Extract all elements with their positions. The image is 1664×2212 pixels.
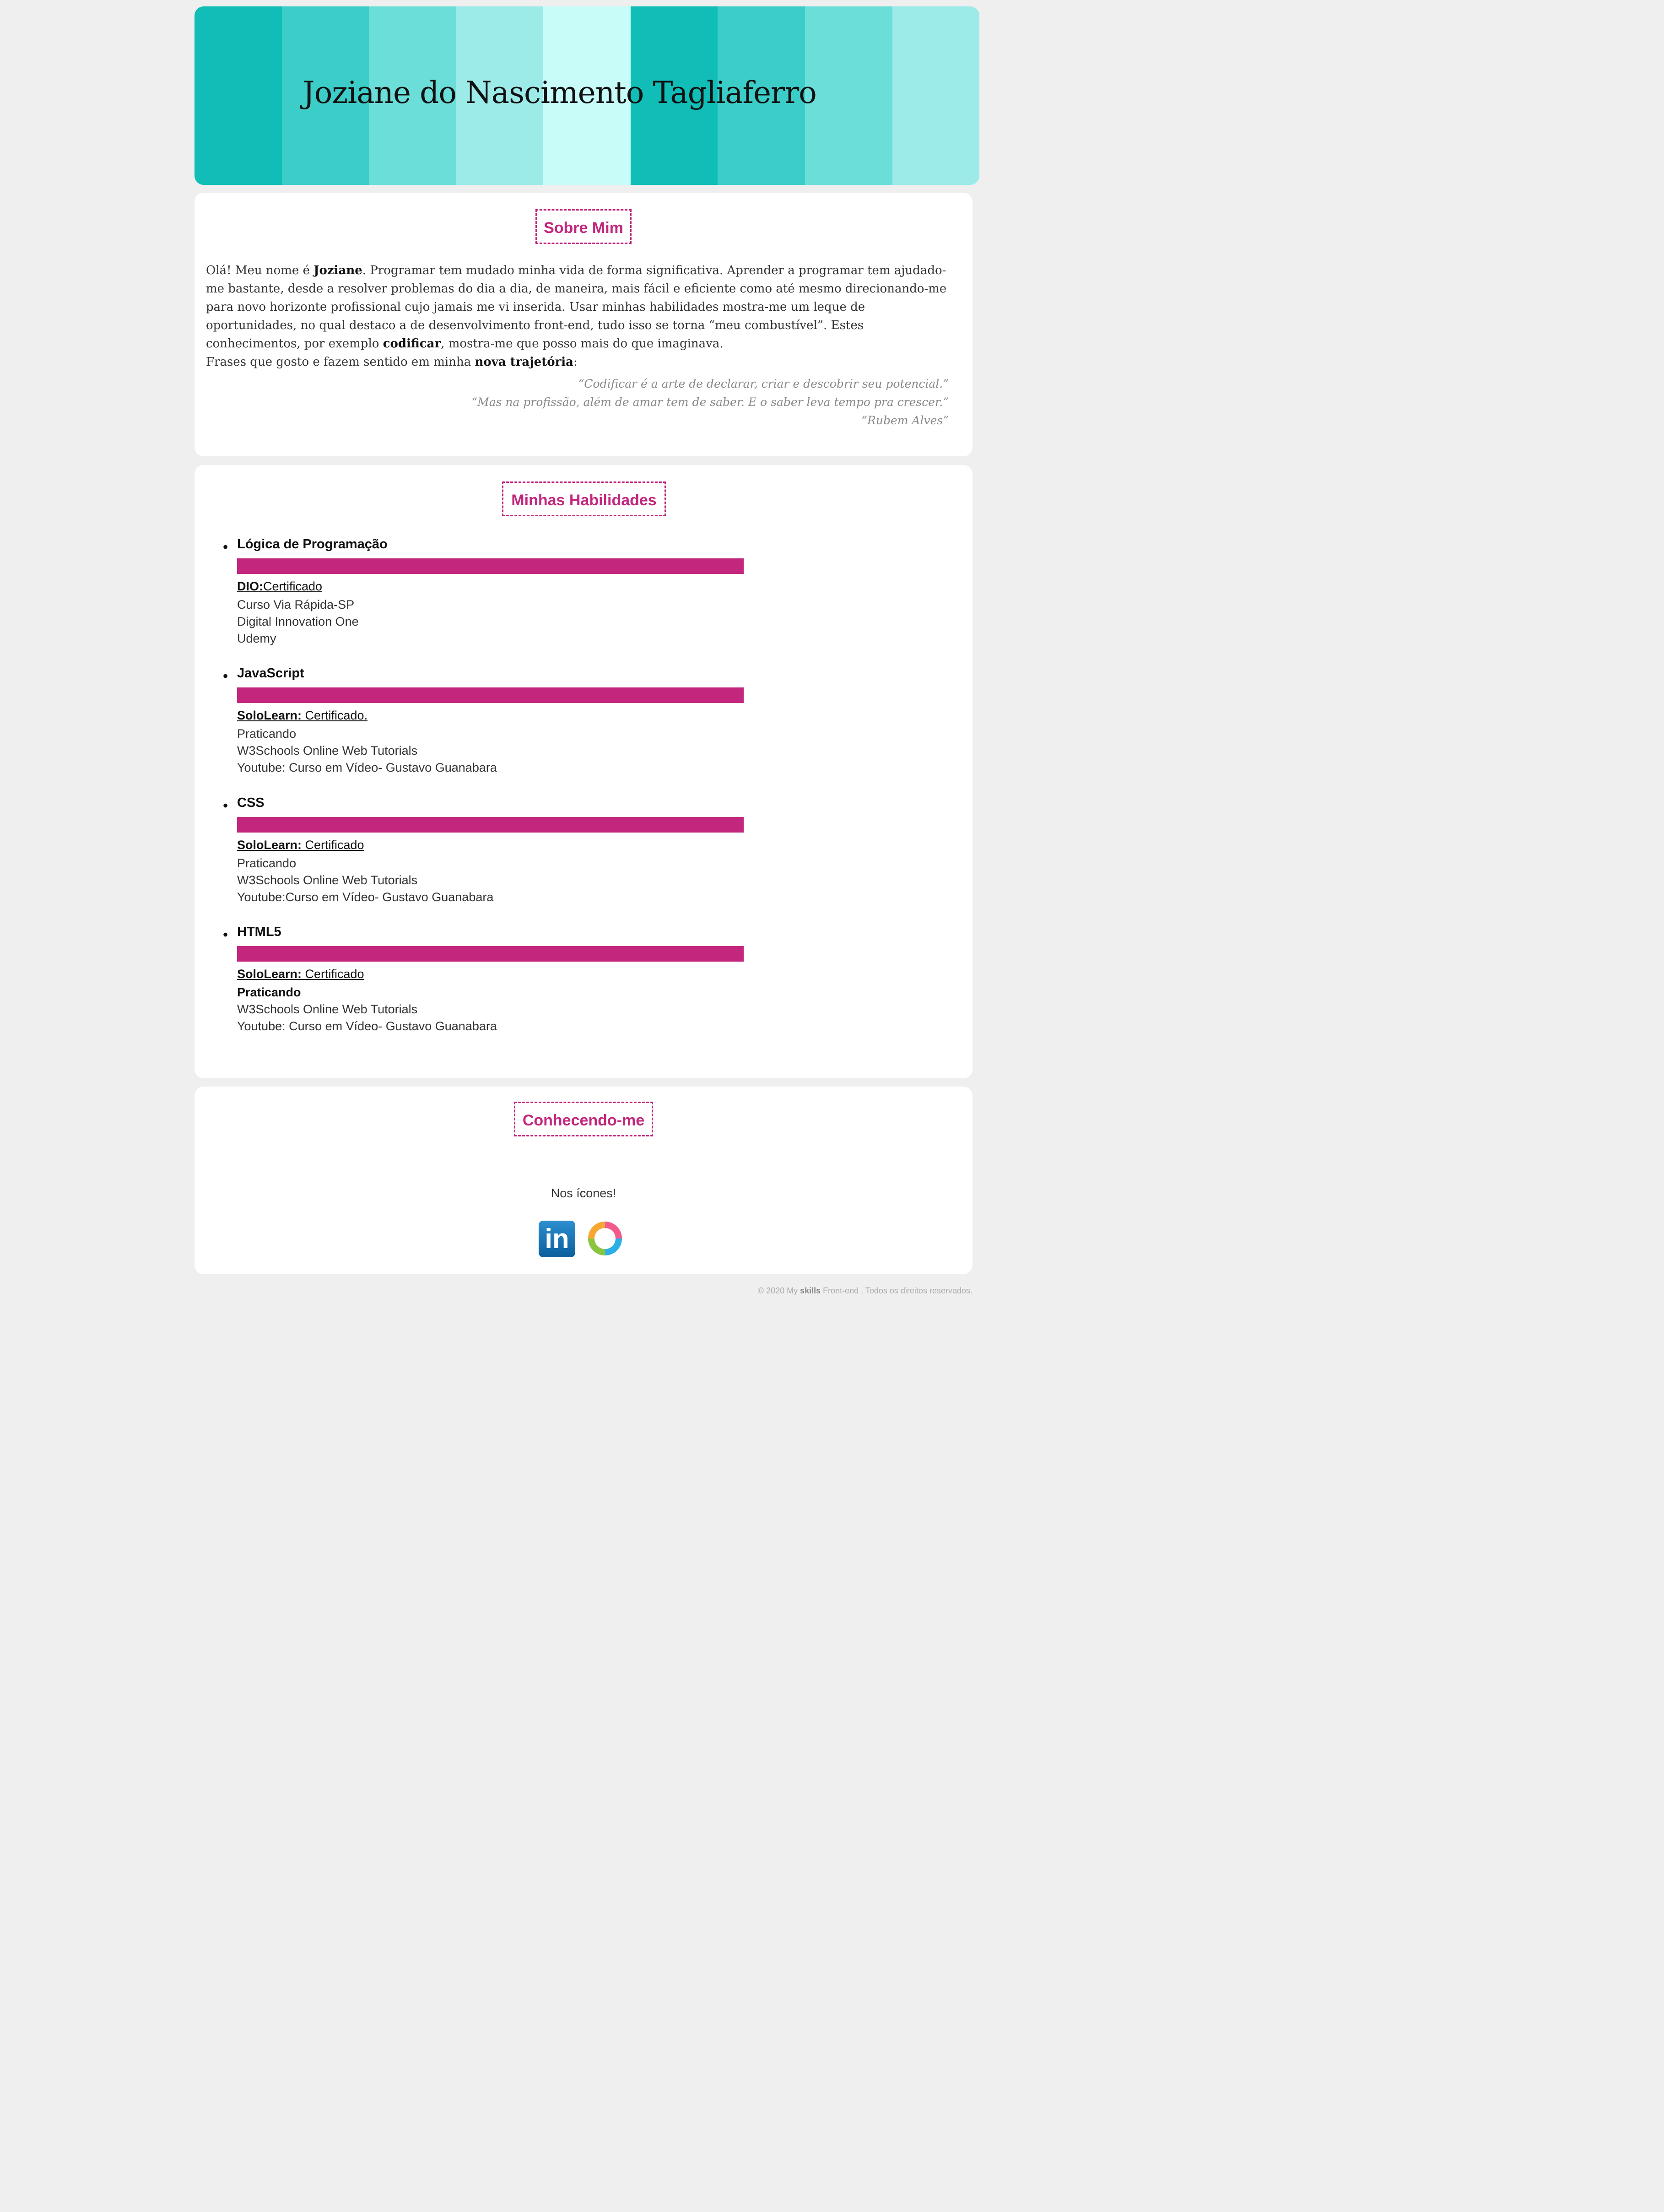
skill-line: Youtube: Curso em Vídeo- Gustavo Guanaba…: [237, 761, 497, 774]
skill-source-link[interactable]: SoloLearn: Certificado: [237, 967, 364, 981]
skill-bar: [237, 946, 744, 962]
about-text-part: , mostra-me que posso mais do que imagin…: [441, 337, 724, 351]
icons-note: Nos ícones!: [551, 1186, 616, 1200]
skill-name: HTML5: [237, 925, 281, 939]
contact-heading: Conhecendo-me: [514, 1102, 653, 1136]
skill-line: Youtube: Curso em Vídeo- Gustavo Guanaba…: [237, 1019, 497, 1033]
linkedin-label: in: [545, 1223, 569, 1254]
skills-heading: Minhas Habilidades: [502, 481, 666, 516]
skill-line: W3Schools Online Web Tutorials: [237, 1002, 418, 1016]
skill-line: Praticando: [237, 856, 297, 870]
bullet-icon: •: [223, 668, 228, 684]
skill-line: Digital Innovation One: [237, 615, 359, 628]
about-text-part: Frases que gosto e fazem sentido em minh…: [206, 355, 475, 369]
skill-source-org: SoloLearn:: [237, 838, 302, 852]
skill-lines: Praticando W3Schools Online Web Tutorial…: [237, 725, 497, 776]
page-header: Joziane do Nascimento Tagliaferro: [194, 6, 979, 185]
bullet-icon: •: [223, 539, 228, 555]
skill-lines: Praticando W3Schools Online Web Tutorial…: [237, 855, 493, 906]
about-text: Olá! Meu nome é Joziane. Programar tem m…: [206, 261, 959, 371]
page-title: Joziane do Nascimento Tagliaferro: [303, 75, 817, 110]
quote-line: “Mas na profissão, além de amar tem de s…: [471, 395, 949, 409]
skill-source-link[interactable]: SoloLearn: Certificado.: [237, 708, 367, 723]
quote-line: “Codificar é a arte de declarar, criar e…: [578, 377, 949, 390]
skill-name: CSS: [237, 795, 265, 810]
skill-source-org: DIO:: [237, 579, 263, 593]
skill-lines: Praticando W3Schools Online Web Tutorial…: [237, 984, 497, 1035]
skill-source-link[interactable]: DIO:Certificado: [237, 579, 322, 594]
about-name: Joziane: [313, 264, 362, 277]
quotes-block: “Codificar é a arte de declarar, criar e…: [308, 375, 949, 430]
footer-text: Front-end . Todos os direitos reservados…: [821, 1286, 972, 1295]
skill-line: Youtube:Curso em Vídeo- Gustavo Guanabar…: [237, 890, 494, 904]
skill-name: JavaScript: [237, 666, 304, 681]
skill-source-text: Certificado: [263, 579, 323, 593]
skill-bar: [237, 558, 744, 574]
about-text-part: Olá! Meu nome é: [206, 264, 314, 277]
contact-section: Conhecendo-me Nos ícones! in: [194, 1087, 972, 1274]
skill-source-text: Certificado.: [302, 708, 368, 722]
bullet-icon: •: [223, 926, 228, 943]
about-bold-phrase: nova trajetória: [475, 355, 573, 369]
skill-line: Praticando: [237, 727, 297, 741]
skill-source-org: SoloLearn:: [237, 967, 302, 981]
about-text-part: :: [573, 355, 578, 369]
skill-source-link[interactable]: SoloLearn: Certificado: [237, 838, 364, 852]
sololearn-logo: [588, 1222, 622, 1255]
about-heading: Sobre Mim: [535, 209, 632, 244]
about-section: Sobre Mim Olá! Meu nome é Joziane. Progr…: [194, 193, 972, 456]
sololearn-icon[interactable]: [588, 1222, 622, 1255]
footer-text: © 2020 My: [757, 1286, 800, 1295]
skill-line: W3Schools Online Web Tutorials: [237, 744, 418, 757]
skill-line: Udemy: [237, 632, 276, 645]
linkedin-icon[interactable]: in: [539, 1221, 575, 1257]
quote-author: “Rubem Alves”: [861, 414, 949, 427]
skills-section: Minhas Habilidades • Lógica de Programaç…: [194, 465, 972, 1078]
skill-name: Lógica de Programação: [237, 537, 388, 552]
skill-line: Praticando: [237, 985, 301, 999]
skill-lines: Curso Via Rápida-SP Digital Innovation O…: [237, 596, 359, 647]
skill-source-text: Certificado: [302, 838, 364, 852]
footer-bold: skills: [800, 1286, 821, 1295]
skill-bar: [237, 687, 744, 703]
about-code-word: codificar: [383, 337, 441, 351]
footer: © 2020 My skills Front-end . Todos os di…: [758, 1286, 972, 1296]
bullet-icon: •: [223, 797, 228, 814]
skill-line: Curso Via Rápida-SP: [237, 598, 355, 611]
skill-line: W3Schools Online Web Tutorials: [237, 873, 418, 887]
skill-source-org: SoloLearn:: [237, 708, 302, 722]
skill-source-text: Certificado: [302, 967, 364, 981]
skill-bar: [237, 817, 744, 833]
